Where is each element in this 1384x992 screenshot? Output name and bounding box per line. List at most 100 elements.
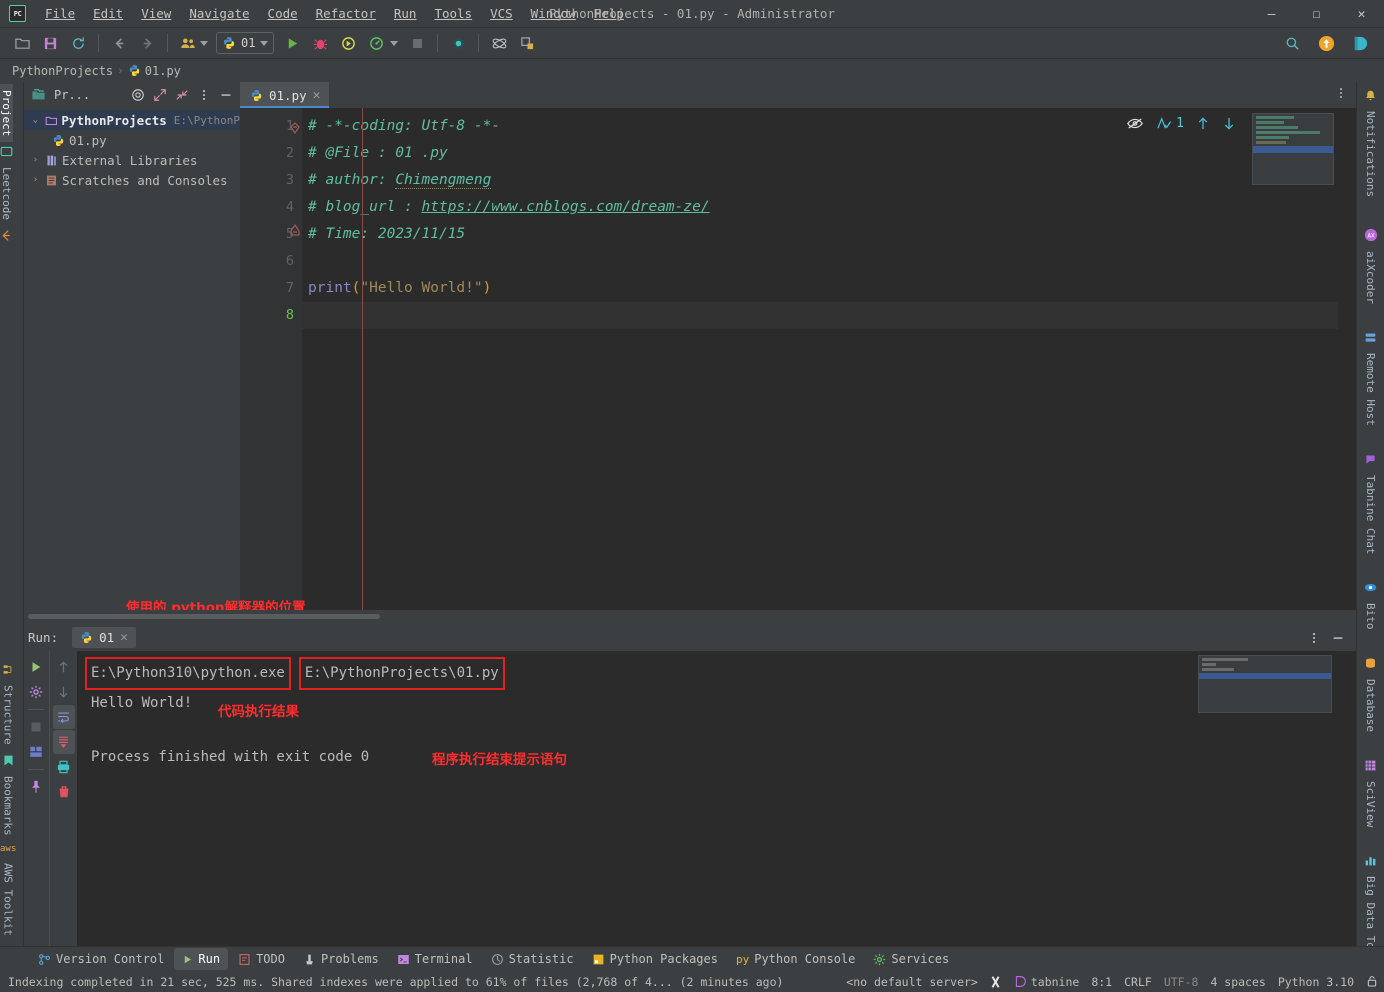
pin-icon[interactable]: [25, 775, 47, 799]
sidebar-item-notifications[interactable]: Notifications: [1364, 105, 1377, 203]
soft-wrap-icon[interactable]: [52, 705, 75, 729]
code-lines[interactable]: # -*-coding: Utf-8 -*- # @File : 01 .py …: [302, 108, 1356, 610]
users-dropdown-icon[interactable]: [200, 40, 208, 46]
default-server-status[interactable]: <no default server>: [846, 975, 978, 989]
forward-arrow-icon[interactable]: [135, 31, 159, 55]
editor-scrollbar[interactable]: [1342, 108, 1356, 610]
tab-python-packages[interactable]: Python Packages: [584, 948, 726, 970]
next-problem-icon[interactable]: [1222, 116, 1236, 131]
minimap-viewport[interactable]: [1253, 146, 1333, 153]
code-editor[interactable]: 1 2 3 4 5 6 7 8 # -*-coding: Utf-8 -*- #…: [240, 108, 1356, 610]
editor-tab-01py[interactable]: 01.py ✕: [240, 82, 330, 108]
prev-problem-icon[interactable]: [1196, 116, 1210, 131]
file-encoding[interactable]: UTF-8: [1164, 975, 1199, 989]
record-button[interactable]: [446, 31, 470, 55]
clear-all-icon[interactable]: [53, 780, 75, 804]
tab-problems[interactable]: Problems: [295, 948, 387, 970]
menu-code[interactable]: Code: [259, 2, 307, 25]
sidebar-item-aws-toolkit[interactable]: AWS Toolkit: [2, 857, 15, 942]
code-token-url[interactable]: https://www.cnblogs.com/dream-ze/: [422, 199, 710, 215]
line-separator[interactable]: CRLF: [1124, 975, 1152, 989]
update-icon[interactable]: [1314, 31, 1338, 55]
menu-view[interactable]: View: [132, 2, 180, 25]
sidebar-item-sciview[interactable]: SciView: [1364, 775, 1377, 833]
profiler-button[interactable]: [364, 31, 388, 55]
vcs-branch-icon[interactable]: [990, 975, 1002, 989]
menu-navigate[interactable]: Navigate: [180, 2, 258, 25]
sidebar-item-bito[interactable]: Bito: [1364, 597, 1377, 636]
expand-all-icon[interactable]: [150, 85, 170, 105]
tree-item-external-libraries[interactable]: › External Libraries: [24, 150, 240, 170]
status-message[interactable]: Indexing completed in 21 sec, 525 ms. Sh…: [8, 975, 783, 989]
folder-icon[interactable]: [10, 31, 34, 55]
atom-icon[interactable]: [487, 31, 511, 55]
sidebar-item-project[interactable]: Project: [0, 84, 13, 143]
minimize-button[interactable]: –: [1249, 0, 1294, 28]
menu-help[interactable]: Help: [585, 2, 633, 25]
hide-panel-icon[interactable]: [1328, 628, 1348, 648]
code-folding-markers[interactable]: [288, 113, 302, 263]
run-button[interactable]: [280, 31, 304, 55]
inspections-widget[interactable]: 1: [1156, 116, 1184, 131]
tree-item-01py[interactable]: 01.py: [24, 130, 240, 150]
maximize-button[interactable]: ☐: [1294, 0, 1339, 28]
menu-vcs[interactable]: VCS: [481, 2, 522, 25]
tab-python-console[interactable]: py Python Console: [728, 948, 863, 970]
run-with-coverage-button[interactable]: [336, 31, 360, 55]
close-icon[interactable]: ✕: [120, 630, 128, 645]
tab-terminal[interactable]: Terminal: [389, 948, 481, 970]
close-icon[interactable]: ✕: [313, 88, 321, 103]
chevron-right-icon[interactable]: ›: [30, 155, 41, 165]
scroll-to-end-icon[interactable]: [52, 730, 75, 754]
save-icon[interactable]: [38, 31, 62, 55]
menu-tools[interactable]: Tools: [425, 2, 481, 25]
console-minimap[interactable]: [1198, 655, 1332, 713]
more-tabs-icon[interactable]: [1334, 86, 1348, 100]
menu-window[interactable]: Window: [522, 2, 585, 25]
up-arrow-icon[interactable]: [53, 655, 75, 679]
minimap-viewport[interactable]: [1199, 673, 1331, 679]
menu-file[interactable]: File: [36, 2, 84, 25]
collapse-all-icon[interactable]: [172, 85, 192, 105]
more-options-icon[interactable]: [194, 85, 214, 105]
horizontal-scrollbar[interactable]: [28, 614, 380, 619]
hide-panel-icon[interactable]: [216, 85, 236, 105]
chevron-down-icon[interactable]: ⌄: [30, 115, 41, 125]
tab-todo[interactable]: TODO: [230, 948, 293, 970]
down-arrow-icon[interactable]: [53, 680, 75, 704]
sidebar-item-remote-host[interactable]: Remote Host: [1364, 347, 1377, 432]
breadcrumb-file[interactable]: 01.py: [145, 64, 181, 78]
search-icon[interactable]: [1280, 31, 1304, 55]
close-button[interactable]: ✕: [1339, 0, 1384, 28]
print-icon[interactable]: [53, 755, 75, 779]
editor-minimap[interactable]: [1252, 113, 1334, 185]
layout-icon[interactable]: [25, 740, 47, 764]
menu-refactor[interactable]: Refactor: [307, 2, 385, 25]
menu-run[interactable]: Run: [385, 2, 426, 25]
users-icon[interactable]: [176, 31, 200, 55]
tab-version-control[interactable]: Version Control: [30, 948, 172, 970]
indent-setting[interactable]: 4 spaces: [1210, 975, 1265, 989]
debug-button[interactable]: [308, 31, 332, 55]
breadcrumb-project[interactable]: PythonProjects: [12, 64, 113, 78]
tabnine-status[interactable]: tabnine: [1014, 975, 1079, 989]
tree-item-pythonprojects[interactable]: ⌄ PythonProjects E:\PythonP: [24, 110, 240, 130]
sync-icon[interactable]: [66, 31, 90, 55]
menu-edit[interactable]: Edit: [84, 2, 132, 25]
chevron-right-icon[interactable]: ›: [30, 175, 41, 185]
run-tab-01[interactable]: 01 ✕: [72, 627, 136, 648]
rerun-icon[interactable]: [25, 655, 47, 679]
editor-gutter[interactable]: 1 2 3 4 5 6 7 8: [240, 108, 302, 610]
tabnine-icon[interactable]: [1348, 31, 1372, 55]
locate-icon[interactable]: [128, 85, 148, 105]
run-panel-splitter[interactable]: [24, 610, 1356, 624]
lock-icon[interactable]: [1366, 975, 1378, 988]
sidebar-item-database[interactable]: Database: [1364, 673, 1377, 738]
stop-button[interactable]: [405, 31, 429, 55]
settings-icon[interactable]: [25, 680, 47, 704]
profiler-dropdown-icon[interactable]: [390, 40, 399, 46]
tab-run[interactable]: Run: [174, 948, 229, 970]
sidebar-item-tabnine-chat[interactable]: Tabnine Chat: [1364, 469, 1377, 560]
project-view-icon[interactable]: [28, 85, 48, 105]
run-console[interactable]: E:\Python310\python.exe E:\PythonProject…: [77, 651, 1356, 946]
